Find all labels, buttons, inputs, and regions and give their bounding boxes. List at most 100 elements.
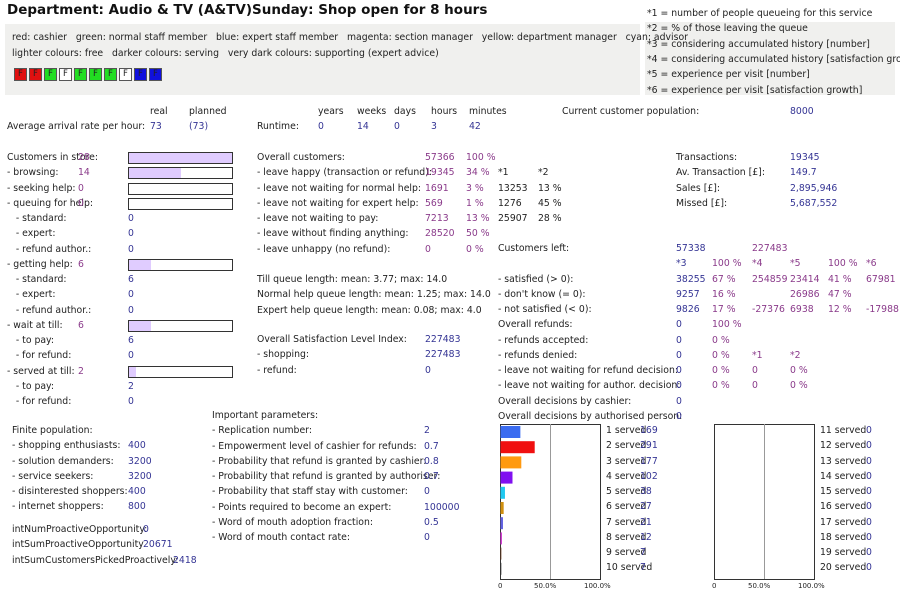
store-label: - for refund: [7, 350, 72, 362]
overall-customers-value: 57366 [425, 152, 455, 163]
customers-left-value: 38255 [676, 273, 706, 285]
parameter-label: - Points required to become an expert: [212, 501, 392, 513]
store-value: 0 [128, 289, 134, 301]
proactive-value: 0 [143, 524, 149, 535]
occupancy-bar-fill [129, 259, 151, 270]
store-label: - browsing: [7, 167, 59, 179]
histogram-value: 0 [866, 455, 872, 467]
staff-member-box[interactable]: F [59, 68, 72, 81]
customers-left-value: 100 % [712, 319, 742, 331]
histogram-value: 0 [866, 516, 872, 528]
customers-left-value: 67 % [712, 273, 736, 285]
overall-customers-value: 28520 [425, 228, 455, 240]
day-title: Sunday: Shop open for 8 hours [252, 2, 488, 18]
arrival-runtime-label: 8000 [790, 106, 814, 117]
occupancy-bar [128, 167, 233, 180]
finite-population-value: 3200 [128, 455, 152, 467]
customers-left-value: 0 [676, 319, 682, 331]
overall-customers-value: 34 % [466, 167, 490, 179]
queue-length-label: Normal help queue length: mean: 1.25; ma… [257, 289, 491, 301]
histogram-value: 38 [640, 486, 652, 497]
customers-left-value: 67981 [866, 273, 896, 285]
histogram-category: 12 served [820, 440, 867, 452]
served-histogram-2 [714, 424, 815, 580]
histogram-value: 102 [640, 470, 658, 482]
customers-left-label: Overall refunds: [498, 319, 573, 331]
arrival-runtime-label: planned [189, 106, 227, 117]
customers-left-value: *1 [752, 349, 763, 361]
customers-left-value: 0 % [790, 365, 808, 376]
customers-left-value: 6938 [790, 304, 814, 315]
sales-label: Av. Transaction [£]: [676, 167, 765, 179]
overall-customers-value: 0 % [466, 243, 484, 255]
finite-population-label: - service seekers: [12, 470, 94, 482]
store-label: - wait at till: [7, 319, 63, 331]
queue-length-label: Expert help queue length: mean: 0.08; ma… [257, 304, 482, 316]
customers-left-label: - satisfied (> 0): [498, 273, 574, 285]
x-tick-label: 0 [498, 582, 503, 590]
overall-customers-label: - leave happy (transaction or refund): [257, 167, 432, 179]
customers-left-label: Overall decisions by authorised person: [498, 410, 683, 422]
customers-left-value: 47 % [828, 288, 852, 300]
histogram-value: 169 [640, 425, 658, 436]
arrival-runtime-label: Current customer population: [562, 106, 700, 117]
legend-line-1: red: cashier green: normal staff member … [12, 32, 688, 43]
histogram-value: 291 [640, 440, 658, 452]
customers-left-value: -27376 [752, 304, 785, 315]
histogram-category: 13 served [820, 455, 867, 467]
staff-member-box[interactable]: F [74, 68, 87, 81]
store-value: 2 [78, 365, 84, 377]
parameter-label: - Replication number: [212, 425, 312, 437]
arrival-runtime-label: real [150, 106, 168, 117]
histogram-value: 0 [866, 562, 872, 574]
overall-customers-label: - leave not waiting for normal help: [257, 182, 422, 194]
sales-value: 5,687,552 [790, 197, 838, 209]
arrival-runtime-label: minutes [469, 106, 507, 117]
finite-population-value: 3200 [128, 470, 152, 482]
finite-population-label: - solution demanders: [12, 455, 114, 467]
histogram-bar [500, 456, 522, 469]
parameter-label: - Probability that staff stay with custo… [212, 486, 408, 498]
arrival-runtime-label: Runtime: [257, 121, 299, 132]
store-label: - standard: [7, 213, 67, 224]
customers-left-label: Customers left: [498, 243, 570, 254]
staff-member-box[interactable]: F [119, 68, 132, 81]
customers-left-value: 23414 [790, 273, 820, 285]
histogram-value: 27 [640, 501, 652, 513]
histogram-category: 16 served [820, 501, 867, 513]
customers-left-label: - leave not waiting for refund decision: [498, 365, 678, 376]
customers-left-value: 12 % [828, 304, 852, 315]
customers-left-value: 0 [752, 380, 758, 392]
staff-member-box[interactable]: F [104, 68, 117, 81]
overall-customers-value: 1 % [466, 197, 484, 209]
footnote: *3 = considering accumulated history [nu… [647, 38, 870, 50]
customers-left-value: *6 [866, 258, 877, 270]
staff-member-box[interactable]: F [134, 68, 147, 81]
staff-member-box[interactable]: F [149, 68, 162, 81]
customers-left-label: - not satisfied (< 0): [498, 304, 592, 315]
customers-left-label: - don't know (= 0): [498, 288, 586, 300]
parameter-value: 0 [424, 486, 430, 498]
sales-label: Missed [£]: [676, 197, 728, 209]
customers-left-value: 0 [676, 395, 682, 407]
customers-left-value: 0 [752, 365, 758, 376]
overall-customers-label: - leave not waiting to pay: [257, 213, 379, 224]
footnote: *5 = experience per visit [number] [647, 69, 810, 81]
staff-member-box[interactable]: F [14, 68, 27, 81]
parameter-label: Important parameters: [212, 410, 319, 421]
arrival-runtime-value: (73) [189, 121, 209, 132]
customers-left-value: 0 % [712, 334, 730, 346]
staff-member-box[interactable]: F [29, 68, 42, 81]
staff-member-box[interactable]: F [89, 68, 102, 81]
overall-customers-value: 25907 [498, 213, 528, 224]
histogram-value: 7 [640, 562, 646, 574]
occupancy-bar [128, 319, 233, 332]
staff-member-box[interactable]: F [44, 68, 57, 81]
parameter-value: 100000 [424, 501, 460, 513]
store-value: 6 [78, 258, 84, 270]
customers-left-value: 0 [676, 349, 682, 361]
occupancy-bar [128, 182, 233, 195]
overall-customers-label: - leave without finding anything: [257, 228, 409, 240]
parameter-label: - Word of mouth adoption fraction: [212, 516, 374, 528]
proactive-label: intSumCustomersPickedProactively: [12, 554, 179, 566]
